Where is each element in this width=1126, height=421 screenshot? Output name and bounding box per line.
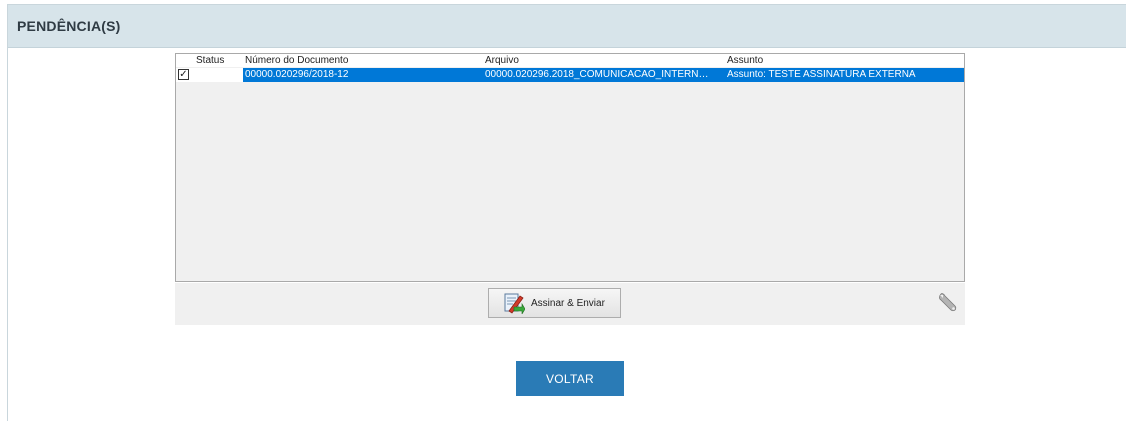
pending-documents-grid: Status Número do Documento Arquivo Assun…	[175, 53, 965, 282]
sign-document-icon	[504, 293, 525, 314]
row-checkbox[interactable]: ✓	[178, 69, 189, 80]
wrench-icon[interactable]	[937, 291, 959, 313]
sign-and-send-button[interactable]: Assinar & Enviar	[488, 288, 621, 318]
cell-arquivo: 00000.020296.2018_COMUNICACAO_INTERN…	[485, 69, 709, 80]
panel-header: PENDÊNCIA(S)	[8, 5, 1126, 48]
row-status-cell: ✓	[176, 68, 243, 82]
back-button[interactable]: VOLTAR	[516, 361, 624, 396]
sign-and-send-label: Assinar & Enviar	[531, 297, 605, 309]
column-assunto[interactable]: Assunto	[727, 54, 763, 67]
grid-header: Status Número do Documento Arquivo Assun…	[176, 54, 964, 67]
grid-toolbar: Assinar & Enviar	[175, 283, 965, 325]
back-button-label: VOLTAR	[545, 371, 595, 386]
row-selection[interactable]: 00000.020296/2018-12 00000.020296.2018_C…	[243, 68, 964, 82]
cell-assunto: Assunto: TESTE ASSINATURA EXTERNA	[727, 69, 916, 80]
column-arquivo[interactable]: Arquivo	[485, 54, 519, 67]
table-row[interactable]: ✓ 00000.020296/2018-12 00000.020296.2018…	[176, 68, 964, 82]
cell-numero-documento: 00000.020296/2018-12	[245, 69, 349, 80]
column-status[interactable]: Status	[196, 54, 224, 67]
panel-title: PENDÊNCIA(S)	[17, 18, 121, 34]
column-numero-documento[interactable]: Número do Documento	[245, 54, 348, 67]
